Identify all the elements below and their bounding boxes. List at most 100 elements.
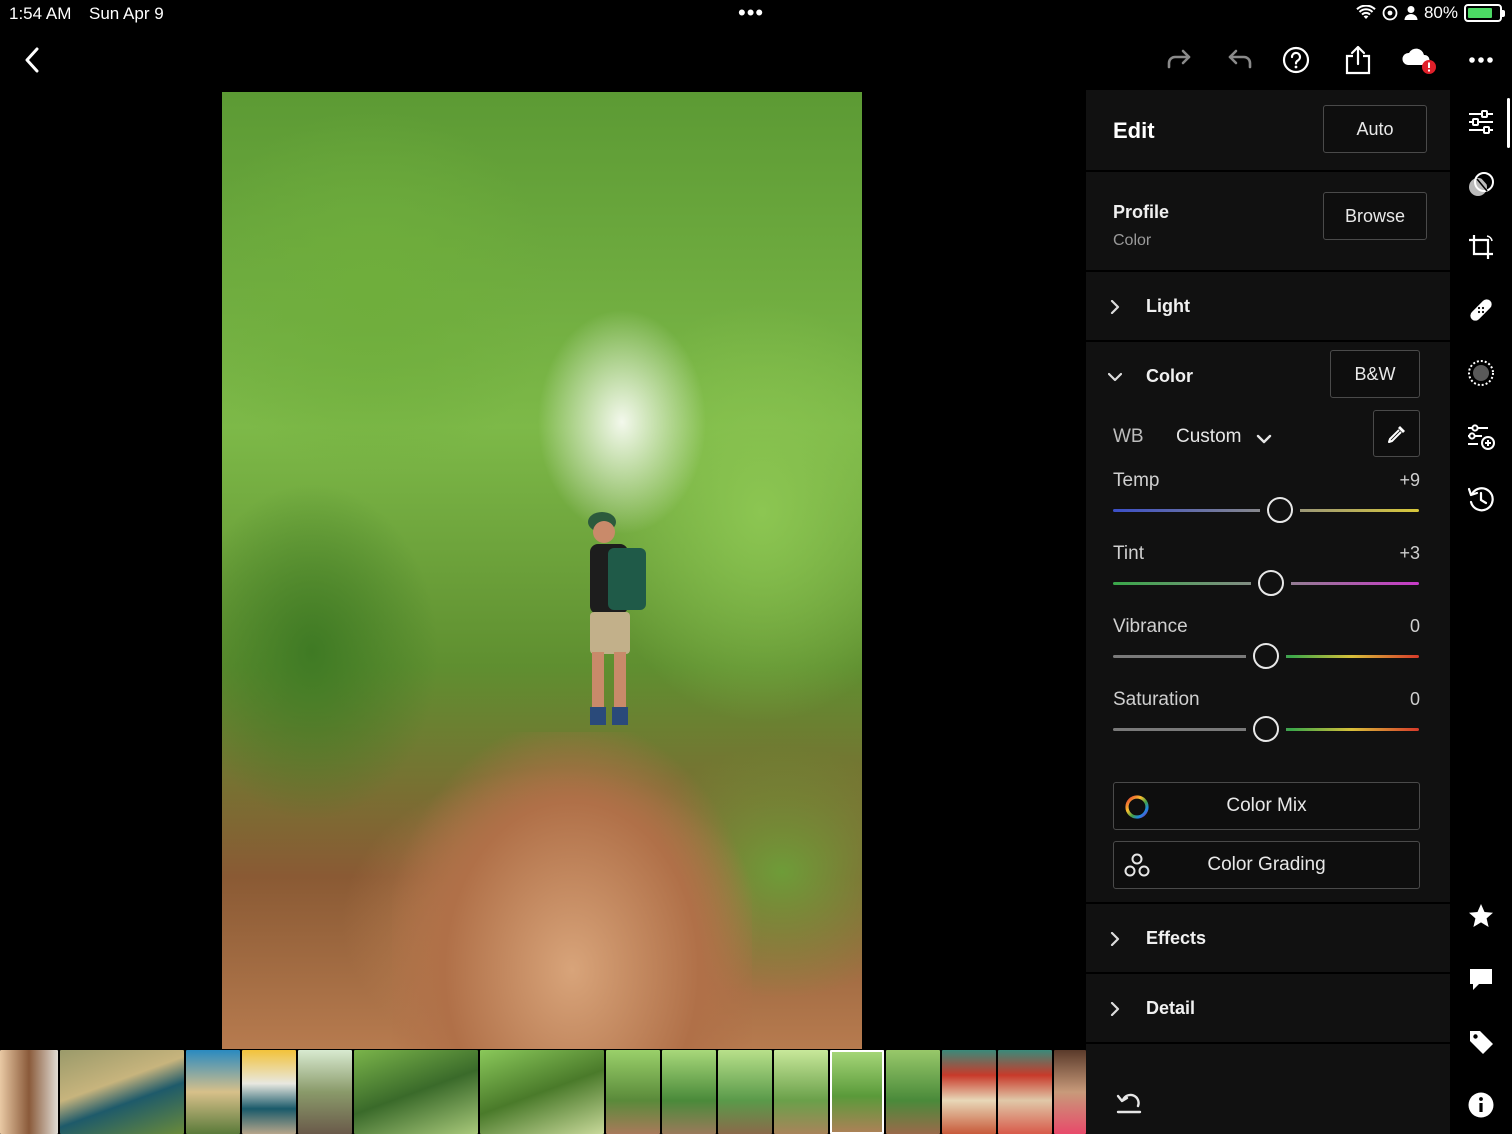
color-section: Color B&W WB Custom Temp +9 Tint +3 Vibrance… (1086, 342, 1450, 902)
comment-button[interactable] (1466, 964, 1496, 994)
comment-icon (1470, 969, 1492, 990)
eyedropper-button[interactable] (1373, 410, 1420, 457)
filmstrip-thumb[interactable] (718, 1050, 772, 1134)
more-icon (1469, 57, 1493, 63)
cloud-sync-error-icon (1402, 48, 1436, 74)
slider-knob[interactable] (1257, 570, 1284, 596)
filmstrip-thumb[interactable] (354, 1050, 478, 1134)
status-right: 80% (1356, 3, 1505, 23)
slider-value[interactable]: +9 (1399, 470, 1420, 491)
slider-value[interactable]: 0 (1410, 616, 1420, 637)
filmstrip-thumb[interactable] (298, 1050, 352, 1134)
filmstrip-thumb[interactable] (480, 1050, 604, 1134)
wifi-icon (1356, 5, 1376, 19)
bw-button[interactable]: B&W (1330, 350, 1420, 398)
help-button[interactable] (1276, 40, 1316, 80)
multitasking-dots[interactable]: ••• (738, 0, 764, 26)
browse-button[interactable]: Browse (1323, 192, 1427, 240)
healing-tool-button[interactable] (1466, 295, 1496, 325)
presets-icon (1468, 424, 1495, 450)
filmstrip-thumb[interactable] (186, 1050, 240, 1134)
history-tool-button[interactable] (1466, 484, 1496, 514)
undo-icon (1228, 49, 1252, 69)
slider-value[interactable]: +3 (1399, 543, 1420, 564)
tag-icon (1470, 1031, 1493, 1054)
slider-value[interactable]: 0 (1410, 689, 1420, 710)
detail-section-header[interactable]: Detail (1086, 974, 1450, 1042)
color-mix-label: Color Mix (1226, 795, 1307, 816)
masking-icon (1469, 172, 1494, 196)
effects-section-header[interactable]: Effects (1086, 904, 1450, 972)
slider-label: Tint (1113, 543, 1144, 564)
more-button[interactable] (1461, 40, 1501, 80)
hiker-figure (588, 512, 646, 725)
detail-section-label: Detail (1146, 998, 1196, 1018)
panel-footer (1086, 1044, 1450, 1134)
filmstrip-thumb[interactable] (998, 1050, 1052, 1134)
auto-button[interactable]: Auto (1323, 105, 1427, 153)
filmstrip-thumb[interactable] (942, 1050, 996, 1134)
edit-header: Edit Auto (1086, 90, 1450, 170)
light-section-header[interactable]: Light (1086, 272, 1450, 340)
slider-knob[interactable] (1253, 643, 1279, 669)
info-button[interactable] (1466, 1090, 1496, 1120)
status-time: 1:54 AM (9, 4, 72, 23)
filmstrip-thumb[interactable] (774, 1050, 828, 1134)
vignette-icon (1468, 360, 1494, 386)
filmstrip-thumb[interactable] (886, 1050, 940, 1134)
chevron-left-icon (25, 47, 39, 73)
wb-value: Custom (1176, 426, 1242, 447)
color-mix-button[interactable]: Color Mix (1113, 782, 1420, 830)
rating-button[interactable] (1466, 901, 1496, 931)
crop-tool-button[interactable] (1466, 232, 1496, 262)
panel-title: Edit (1113, 118, 1155, 143)
redo-button[interactable] (1159, 40, 1199, 80)
color-grading-label: Color Grading (1207, 854, 1326, 875)
color-section-header[interactable]: Color (1086, 342, 1316, 406)
chevron-right-icon (1110, 300, 1120, 314)
edit-panel: Edit Auto Profile Color Browse Light Col… (1086, 90, 1450, 1134)
photo-canvas[interactable] (0, 90, 1086, 1050)
profile-value: Color (1113, 232, 1152, 249)
status-bar: 1:54 AM Sun Apr 9 ••• 80% (0, 0, 1512, 28)
share-button[interactable] (1338, 40, 1378, 80)
cloud-sync-button[interactable] (1398, 40, 1438, 80)
light-section-label: Light (1146, 296, 1190, 316)
filmstrip-thumb[interactable] (1054, 1050, 1086, 1134)
slider-knob[interactable] (1253, 716, 1279, 742)
undo-button[interactable] (1220, 40, 1260, 80)
back-button[interactable] (12, 40, 52, 80)
reset-button[interactable] (1112, 1090, 1146, 1120)
slider-knob[interactable] (1266, 497, 1293, 523)
filmstrip-thumb[interactable] (606, 1050, 660, 1134)
edit-tool-button[interactable] (1466, 107, 1496, 137)
vignette-tool-button[interactable] (1466, 358, 1496, 388)
photo-preview[interactable] (222, 92, 862, 1049)
battery-fill (1468, 8, 1492, 18)
effects-section-label: Effects (1146, 928, 1207, 948)
filmstrip-thumb[interactable] (0, 1050, 58, 1134)
chevron-right-icon (1110, 1002, 1120, 1016)
filmstrip-thumb[interactable] (60, 1050, 184, 1134)
person-icon (1404, 6, 1418, 20)
filmstrip-thumb[interactable] (662, 1050, 716, 1134)
tag-button[interactable] (1466, 1027, 1496, 1057)
wb-dropdown[interactable]: Custom (1174, 422, 1284, 452)
presets-tool-button[interactable] (1466, 422, 1496, 452)
slider-label: Temp (1113, 470, 1160, 491)
adjust-sliders-icon (1469, 110, 1493, 134)
healing-icon (1470, 299, 1492, 321)
profile-label: Profile (1113, 202, 1170, 222)
history-icon (1467, 487, 1494, 512)
filmstrip[interactable] (0, 1050, 1086, 1134)
tool-rail (1450, 90, 1512, 1134)
filmstrip-thumb[interactable] (242, 1050, 296, 1134)
battery-percent: 80% (1423, 3, 1458, 22)
color-grading-icon (1124, 853, 1150, 877)
share-icon (1345, 45, 1371, 75)
filmstrip-thumb-selected[interactable] (830, 1050, 884, 1134)
masking-tool-button[interactable] (1466, 170, 1496, 200)
color-grading-button[interactable]: Color Grading (1113, 841, 1420, 889)
help-icon (1282, 46, 1310, 74)
reset-icon (1116, 1093, 1142, 1114)
